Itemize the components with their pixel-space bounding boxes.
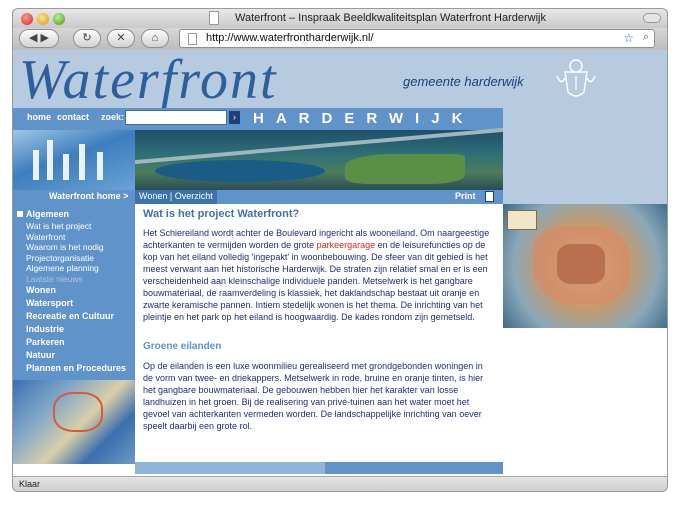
main-content: Wat is het project Waterfront? Het Schie… xyxy=(135,204,503,462)
home-button[interactable]: ⌂ xyxy=(141,29,169,48)
bookmark-star-icon[interactable]: ☆ xyxy=(623,31,634,45)
sidebar-item-watersport[interactable]: Watersport xyxy=(17,297,135,310)
back-forward-button[interactable]: ◀ ▶ xyxy=(19,29,59,48)
stop-button[interactable]: ✕ xyxy=(107,29,135,48)
city-banner-text: HARDERWIJK xyxy=(253,110,475,127)
zoom-window-button[interactable] xyxy=(53,13,65,25)
right-column-blank xyxy=(503,328,667,476)
sidebar-sub-item[interactable]: Algemene planning xyxy=(17,263,135,274)
page-title: Wat is het project Waterfront? xyxy=(143,208,300,220)
search-go-button[interactable]: › xyxy=(229,111,240,124)
page-icon xyxy=(188,33,197,45)
city-crest-icon xyxy=(556,59,596,97)
search-input[interactable] xyxy=(125,110,227,125)
status-text: Klaar xyxy=(19,479,41,489)
sidebar-section-algemeen[interactable]: Algemeen xyxy=(17,208,135,221)
section-heading: Groene eilanden xyxy=(143,341,222,352)
print-icon[interactable] xyxy=(485,191,494,202)
bullet-icon xyxy=(17,211,23,217)
breadcrumb-home-link[interactable]: Waterfront home > xyxy=(49,191,128,201)
sidebar-item-plannen[interactable]: Plannen en Procedures xyxy=(17,362,135,375)
page-viewport: Waterfront gemeente harderwijk home cont… xyxy=(12,50,668,476)
print-link[interactable]: Print xyxy=(455,191,476,201)
breadcrumb-right-panel xyxy=(503,190,667,204)
eilanden-paragraph: Op de eilanden is een luxe woonmilieu ge… xyxy=(143,361,484,431)
reload-button[interactable]: ↻ xyxy=(73,29,101,48)
sidebar-menu: Algemeen Wat is het project Waterfront W… xyxy=(13,204,135,380)
navbar-right-panel xyxy=(503,108,667,130)
sidebar-item-industrie[interactable]: Industrie xyxy=(17,323,135,336)
breadcrumb-path: Wonen | Overzicht xyxy=(135,190,217,204)
search-label: zoek: xyxy=(101,112,125,122)
sidebar-item-natuur[interactable]: Natuur xyxy=(17,349,135,362)
address-bar[interactable]: http://www.waterfrontharderwijk.nl/ ☆ ⌕ xyxy=(179,29,655,48)
sidebar-item-parkeren[interactable]: Parkeren xyxy=(17,336,135,349)
intro-paragraph: Het Schiereiland wordt achter de Bouleva… xyxy=(143,228,490,322)
browser-toolbar: ◀ ▶ ↻ ✕ ⌂ http://www.waterfrontharderwij… xyxy=(12,28,668,50)
search-icon[interactable]: ⌕ xyxy=(643,31,649,44)
document-icon xyxy=(209,11,219,25)
sidebar-sub-item-muted[interactable]: Laatste nieuws xyxy=(17,274,135,285)
sidebar-item-wonen[interactable]: Wonen xyxy=(17,284,135,297)
nav-contact-link[interactable]: contact xyxy=(57,112,89,122)
sidebar-sub-item[interactable]: Waarom is het nodig xyxy=(17,242,135,253)
historic-city-map-image xyxy=(503,204,667,328)
toolbar-toggle-button[interactable] xyxy=(643,13,661,23)
nav-home-link[interactable]: home xyxy=(27,112,51,122)
harbor-map-image xyxy=(13,380,135,464)
breadcrumb-bar: Waterfront home > Wonen | Overzicht Prin… xyxy=(13,190,503,204)
site-logo[interactable]: Waterfront xyxy=(19,50,278,112)
main-navbar: home contact zoek: › HARDERWIJK xyxy=(13,108,503,130)
header-right-panel xyxy=(503,130,667,190)
status-bar: Klaar xyxy=(12,476,668,492)
minimize-window-button[interactable] xyxy=(37,13,49,25)
skyline-photo xyxy=(13,130,135,190)
parkeergarage-link[interactable]: parkeergarage xyxy=(317,240,376,250)
sidebar-sub-item[interactable]: Waterfront xyxy=(17,232,135,243)
sidebar-sub-item[interactable]: Wat is het project xyxy=(17,221,135,232)
window-title: Waterfront – Inspraak Beeldkwaliteitspla… xyxy=(235,12,546,24)
site-header: Waterfront gemeente harderwijk xyxy=(13,50,667,111)
sidebar-item-recreatie[interactable]: Recreatie en Cultuur xyxy=(17,310,135,323)
aerial-photo xyxy=(135,127,503,190)
window-titlebar: Waterfront – Inspraak Beeldkwaliteitspla… xyxy=(12,8,668,28)
sidebar-sub-item[interactable]: Projectorganisatie xyxy=(17,253,135,264)
gemeente-label: gemeente harderwijk xyxy=(403,74,524,89)
close-window-button[interactable] xyxy=(21,13,33,25)
address-text: http://www.waterfrontharderwijk.nl/ xyxy=(206,32,374,44)
footer-bar xyxy=(135,462,503,474)
